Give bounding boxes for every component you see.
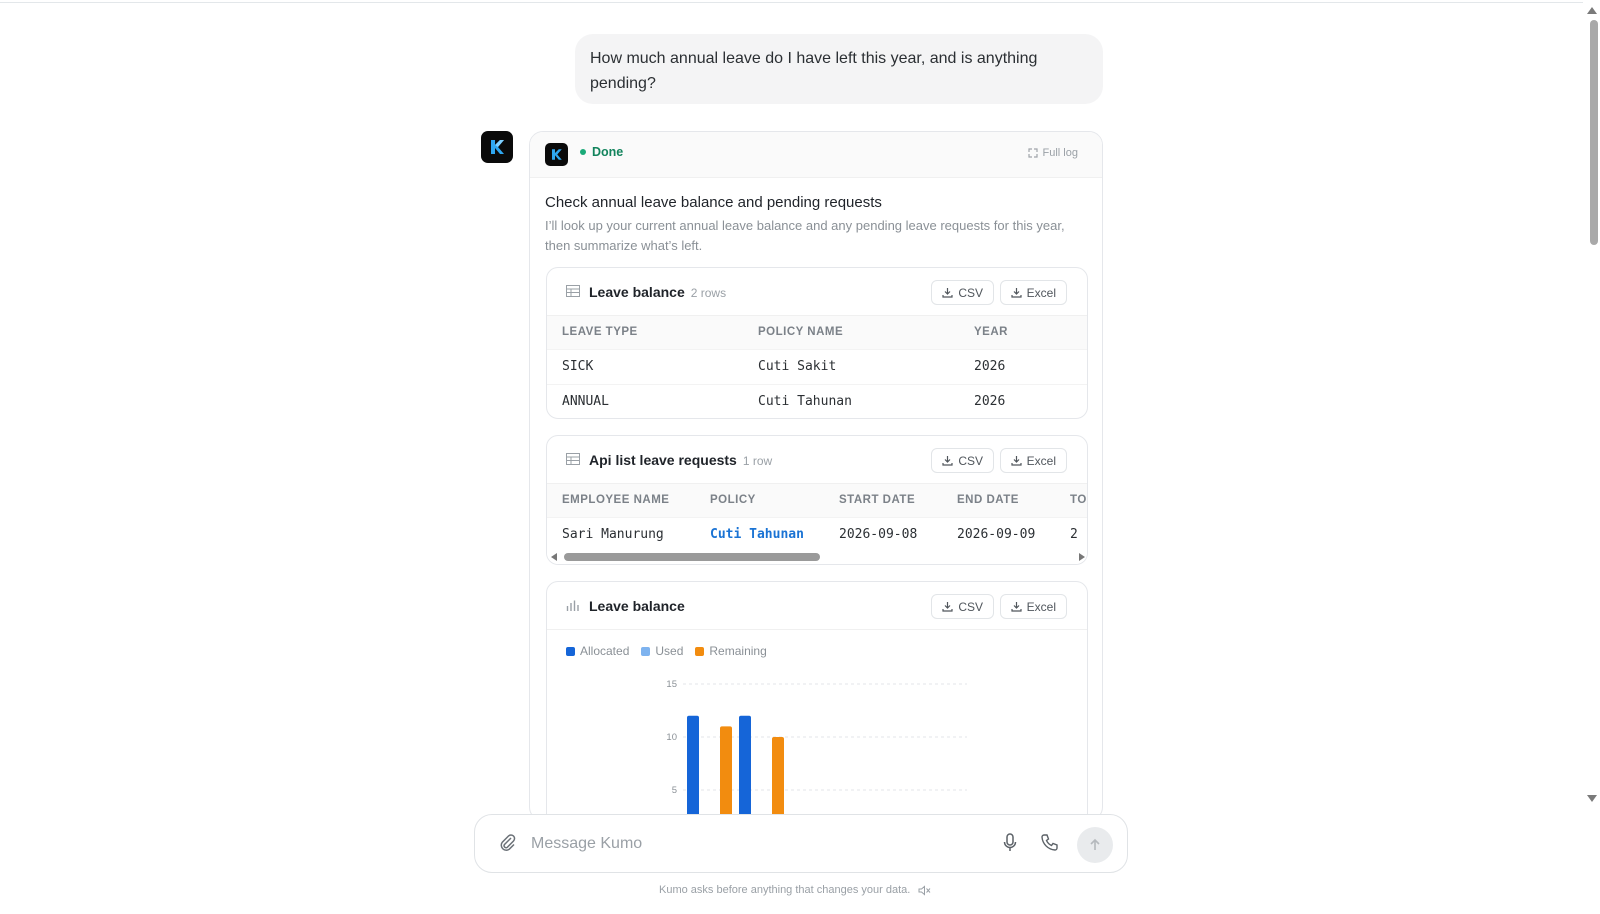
policy-link[interactable]: Cuti Tahunan bbox=[695, 516, 824, 552]
legend-label: Remaining bbox=[709, 644, 767, 658]
message-composer bbox=[474, 814, 1128, 873]
task-header: Done Full log bbox=[530, 132, 1102, 178]
kumo-small-avatar bbox=[545, 143, 568, 166]
status-badge: Done bbox=[580, 145, 623, 159]
leave-balance-chart-card: Leave balance CSV Excel Allocated Used Rem… bbox=[546, 581, 1088, 821]
table-scroll-area[interactable]: EMPLOYEE NAME POLICY START DATE END DATE… bbox=[547, 484, 1087, 552]
table-row: SICK Cuti Sakit 2026 bbox=[547, 348, 1087, 384]
scroll-left-arrow[interactable] bbox=[551, 553, 557, 561]
table-row: ANNUAL Cuti Tahunan 2026 bbox=[547, 383, 1087, 418]
table-title: Leave balance 2 rows bbox=[589, 284, 727, 300]
download-icon bbox=[1011, 288, 1022, 298]
speaker-muted-icon[interactable] bbox=[918, 884, 931, 896]
download-icon bbox=[1011, 602, 1022, 612]
column-header: YEAR bbox=[959, 316, 1087, 349]
column-header: POLICY NAME bbox=[743, 316, 959, 349]
expand-icon bbox=[1027, 148, 1038, 158]
csv-download-button[interactable]: CSV bbox=[931, 448, 994, 473]
leave-requests-table-card: Api list leave requests 1 row CSV Excel E… bbox=[546, 435, 1088, 565]
table-icon bbox=[566, 453, 580, 465]
legend-item[interactable]: Allocated bbox=[566, 644, 629, 658]
legend-swatch bbox=[641, 647, 651, 656]
bar-allocated[interactable] bbox=[687, 715, 699, 821]
scroll-thumb[interactable] bbox=[1590, 20, 1598, 245]
user-message: How much annual leave do I have left thi… bbox=[575, 34, 1103, 104]
paperclip-icon[interactable] bbox=[499, 833, 517, 853]
download-icon bbox=[942, 602, 953, 612]
y-tick-label: 10 bbox=[666, 732, 677, 743]
excel-download-button[interactable]: Excel bbox=[999, 280, 1067, 305]
full-log-button[interactable]: Full log bbox=[1027, 147, 1078, 159]
chart-legend: Allocated Used Remaining bbox=[566, 644, 767, 658]
legend-label: Used bbox=[655, 644, 684, 658]
horizontal-scrollbar[interactable] bbox=[547, 550, 1087, 564]
leave-balance-table: LEAVE TYPE POLICY NAME YEAR SICK Cuti Sa… bbox=[547, 316, 1087, 418]
column-header: TO bbox=[1055, 484, 1087, 517]
download-icon bbox=[1011, 456, 1022, 466]
legend-swatch bbox=[695, 647, 705, 656]
bar-chart-icon bbox=[566, 600, 579, 611]
bar-remaining[interactable] bbox=[772, 737, 784, 821]
column-header: EMPLOYEE NAME bbox=[547, 484, 695, 517]
task-description: I’ll look up your current annual leave b… bbox=[545, 218, 1065, 253]
task-title: Check annual leave balance and pending r… bbox=[545, 194, 882, 211]
kumo-logo-icon bbox=[552, 149, 562, 160]
chart-title: Leave balance bbox=[589, 598, 685, 614]
legend-swatch bbox=[566, 647, 575, 656]
table-title: Api list leave requests 1 row bbox=[589, 452, 773, 468]
top-border bbox=[0, 0, 1600, 3]
arrow-up-icon bbox=[1090, 838, 1100, 850]
legend-label: Allocated bbox=[580, 644, 630, 658]
csv-download-button[interactable]: CSV bbox=[931, 280, 994, 305]
legend-item[interactable]: Remaining bbox=[695, 644, 767, 658]
leave-requests-table: EMPLOYEE NAME POLICY START DATE END DATE… bbox=[547, 484, 1087, 552]
column-header: POLICY bbox=[695, 484, 824, 517]
excel-download-button[interactable]: Excel bbox=[999, 594, 1067, 619]
excel-download-button[interactable]: Excel bbox=[999, 448, 1067, 473]
page-scrollbar[interactable] bbox=[1583, 0, 1600, 914]
leave-balance-table-card: Leave balance 2 rows CSV Excel LEAVE TYPE… bbox=[546, 267, 1088, 419]
kumo-avatar bbox=[481, 131, 513, 163]
scroll-right-arrow[interactable] bbox=[1079, 553, 1085, 561]
y-tick-label: 5 bbox=[672, 785, 677, 796]
send-button[interactable] bbox=[1077, 827, 1113, 863]
status-dot bbox=[580, 149, 586, 155]
y-tick-label: 15 bbox=[666, 679, 677, 690]
message-input[interactable] bbox=[531, 831, 961, 857]
column-header: START DATE bbox=[824, 484, 942, 517]
composer-footnote: Kumo asks before anything that changes y… bbox=[659, 884, 931, 896]
phone-icon[interactable] bbox=[1039, 833, 1059, 853]
download-icon bbox=[942, 456, 953, 466]
table-icon bbox=[566, 285, 580, 297]
table-row: Sari Manurung Cuti Tahunan 2026-09-08 20… bbox=[547, 516, 1087, 552]
download-icon bbox=[942, 288, 953, 298]
scroll-up-arrow[interactable] bbox=[1587, 7, 1597, 14]
csv-download-button[interactable]: CSV bbox=[931, 594, 994, 619]
column-header: END DATE bbox=[942, 484, 1055, 517]
scroll-down-arrow[interactable] bbox=[1587, 795, 1597, 802]
scroll-thumb[interactable] bbox=[564, 553, 820, 561]
bar-allocated[interactable] bbox=[739, 715, 751, 821]
assistant-response-card: Done Full log Check annual leave balance… bbox=[529, 131, 1103, 821]
bar-remaining[interactable] bbox=[720, 726, 732, 821]
microphone-icon[interactable] bbox=[1002, 833, 1018, 853]
column-header: LEAVE TYPE bbox=[547, 316, 743, 349]
legend-item[interactable]: Used bbox=[641, 644, 683, 658]
kumo-logo-icon bbox=[491, 140, 504, 154]
bar-chart: 15 10 5 bbox=[666, 679, 967, 821]
